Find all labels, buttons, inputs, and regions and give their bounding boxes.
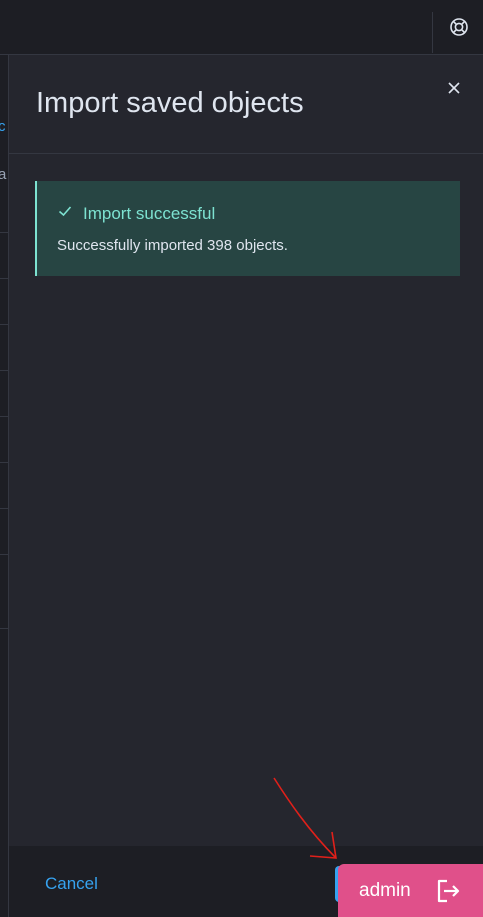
callout-header: Import successful — [57, 203, 215, 224]
background-row-divider — [0, 554, 8, 555]
close-icon[interactable] — [443, 77, 465, 99]
background-text-fragment: a — [0, 166, 7, 183]
check-icon — [57, 203, 73, 224]
callout-title: Import successful — [83, 203, 216, 223]
cancel-button[interactable]: Cancel — [45, 874, 98, 894]
background-row-divider — [0, 278, 8, 279]
background-row-divider — [0, 324, 8, 325]
background-row-divider — [0, 370, 8, 371]
callout-message: Successfully imported 398 objects. — [57, 237, 288, 254]
header-separator — [432, 12, 433, 53]
background-row-divider — [0, 628, 8, 629]
import-success-callout: Import successful Successfully imported … — [35, 181, 460, 276]
admin-user-badge[interactable]: admin — [338, 864, 483, 917]
background-row-divider — [0, 462, 8, 463]
background-row-divider — [0, 232, 8, 233]
admin-label: admin — [359, 879, 411, 901]
page: c a Import saved objects Import successf… — [0, 0, 483, 917]
top-header-bar — [0, 0, 483, 55]
help-lifebuoy-icon[interactable] — [448, 16, 470, 38]
background-row-divider — [0, 416, 8, 417]
background-page-edge: c a — [0, 55, 8, 917]
background-link-fragment: c — [0, 118, 6, 135]
flyout-header: Import saved objects — [9, 55, 483, 154]
background-row-divider — [0, 508, 8, 509]
import-flyout: Import saved objects Import successful S… — [8, 55, 483, 917]
logout-icon[interactable] — [434, 877, 462, 905]
flyout-title: Import saved objects — [36, 87, 304, 119]
